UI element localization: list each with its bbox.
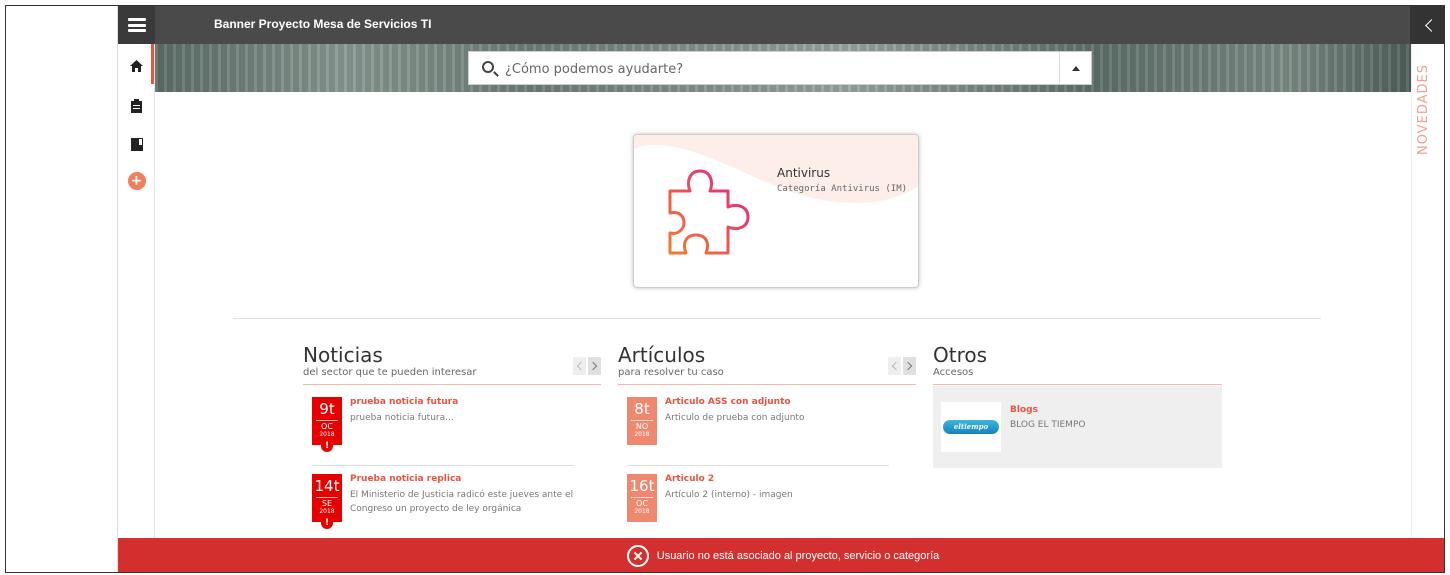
app-container: Banner Proyecto Mesa de Servicios TI ¿Có… (117, 6, 1444, 572)
article-title[interactable]: Articulo ASS con adjunto (665, 397, 791, 407)
eltiempo-logo-text: eltiempo (943, 420, 999, 434)
blog-link-card[interactable]: eltiempo Blogs BLOG EL TIEMPO (933, 386, 1222, 468)
top-bar: Banner Proyecto Mesa de Servicios TI (118, 6, 1444, 44)
banner-title: Banner Proyecto Mesa de Servicios TI (214, 17, 432, 31)
date-month: NO (631, 420, 653, 431)
news-desc: prueba noticia futura... (350, 413, 454, 423)
date-day: 8t (634, 400, 650, 418)
search-input[interactable] (505, 59, 1045, 79)
otros-section: Otros Accesos eltiempo Blogs BLOG EL TIE… (933, 344, 1222, 468)
chevron-right-icon (588, 361, 598, 371)
noticias-next-button[interactable] (588, 357, 601, 375)
article-desc: Artículo 2 (interno) - imagen (665, 490, 793, 500)
category-card[interactable]: Antivirus Categoría Antivirus (IM) (633, 134, 919, 288)
noticias-section: Noticias del sector que te pueden intere… (303, 344, 601, 529)
left-sidebar: + (118, 44, 155, 572)
news-item[interactable]: 14t SE 2018 ! Prueba noticia replica El … (312, 474, 574, 534)
date-month: OC (316, 420, 338, 431)
articulos-header: Artículos para resolver tu caso (618, 344, 916, 385)
news-title[interactable]: Prueba noticia replica (350, 474, 461, 484)
date-badge: 8t NO 2018 (627, 397, 657, 445)
home-icon (130, 60, 143, 72)
date-day: 9t (319, 400, 335, 418)
date-badge: 16t OC 2018 (627, 474, 657, 522)
caret-up-icon (1071, 65, 1080, 71)
novedades-label: NOVEDADES (1416, 64, 1431, 155)
otros-subtitle: Accesos (933, 367, 974, 378)
article-desc: Articulo de prueba con adjunto (665, 413, 805, 423)
novedades-panel[interactable]: NOVEDADES (1411, 44, 1444, 572)
date-month: SE (316, 497, 338, 508)
noticias-title: Noticias (303, 343, 383, 367)
articulos-section: Artículos para resolver tu caso 8t NO 20… (618, 344, 916, 522)
close-circle-icon[interactable] (626, 545, 649, 567)
date-year: 2018 (634, 431, 650, 438)
chevron-left-icon (891, 361, 901, 371)
articulos-subtitle: para resolver tu caso (618, 367, 724, 378)
hamburger-icon (127, 18, 146, 32)
blog-title[interactable]: Blogs (1010, 405, 1038, 415)
date-year: 2018 (319, 508, 335, 515)
sidebar-item-requests[interactable] (118, 91, 155, 121)
alert-icon: ! (321, 517, 333, 529)
search-box (468, 51, 1092, 85)
chevron-left-icon (1424, 18, 1438, 32)
date-month: OC (631, 497, 653, 508)
news-title[interactable]: prueba noticia futura (350, 397, 458, 407)
noticias-subtitle: del sector que te pueden interesar (303, 367, 477, 378)
news-desc: El Ministerio de Justicia radicó este ju… (350, 490, 574, 514)
item-separator (627, 465, 889, 466)
browser-frame: Banner Proyecto Mesa de Servicios TI ¿Có… (5, 5, 1445, 573)
blog-desc: BLOG EL TIEMPO (1010, 420, 1086, 430)
item-separator (312, 465, 574, 466)
noticias-prev-button[interactable] (573, 357, 586, 375)
card-subtitle: Categoría Antivirus (IM) (777, 184, 908, 194)
articulos-pager (888, 357, 916, 375)
error-notification-bar: Usuario no está asociado al proyecto, se… (118, 538, 1444, 572)
clipboard-icon (131, 99, 142, 113)
otros-header: Otros Accesos (933, 344, 1222, 385)
article-title[interactable]: Articulo 2 (665, 474, 714, 484)
error-message: Usuario no está asociado al proyecto, se… (656, 550, 940, 562)
news-item[interactable]: 9t OC 2018 ! prueba noticia futura prueb… (312, 397, 574, 457)
article-item[interactable]: 8t NO 2018 Articulo ASS con adjunto Arti… (627, 397, 889, 457)
search-dropdown-toggle[interactable] (1059, 52, 1091, 84)
date-day: 16t (629, 477, 655, 495)
otros-title: Otros (933, 343, 988, 367)
alert-icon: ! (321, 440, 333, 452)
hamburger-menu-button[interactable] (118, 6, 155, 44)
plus-icon: + (127, 172, 146, 190)
sidebar-item-home[interactable] (118, 51, 155, 81)
articulos-prev-button[interactable] (888, 357, 901, 375)
sidebar-item-add[interactable]: + (118, 166, 155, 196)
article-item[interactable]: 16t OC 2018 Articulo 2 Artículo 2 (inter… (627, 474, 889, 534)
card-title: Antivirus (777, 166, 831, 180)
puzzle-icon (668, 169, 750, 255)
noticias-pager (573, 357, 601, 375)
chevron-left-icon (576, 361, 586, 371)
date-badge: 14t SE 2018 (312, 474, 342, 522)
noticias-header: Noticias del sector que te pueden intere… (303, 344, 601, 385)
sidebar-item-knowledge[interactable] (118, 129, 155, 159)
articulos-next-button[interactable] (903, 357, 916, 375)
date-badge: 9t OC 2018 (312, 397, 342, 445)
section-divider (233, 318, 1321, 319)
date-year: 2018 (319, 431, 335, 438)
chevron-right-icon (903, 361, 913, 371)
articulos-title: Artículos (618, 343, 706, 367)
book-icon (130, 137, 143, 151)
date-day: 14t (314, 477, 340, 495)
eltiempo-logo: eltiempo (941, 402, 1001, 452)
date-year: 2018 (634, 508, 650, 515)
search-icon (482, 61, 494, 73)
collapse-panel-button[interactable] (1410, 6, 1444, 44)
